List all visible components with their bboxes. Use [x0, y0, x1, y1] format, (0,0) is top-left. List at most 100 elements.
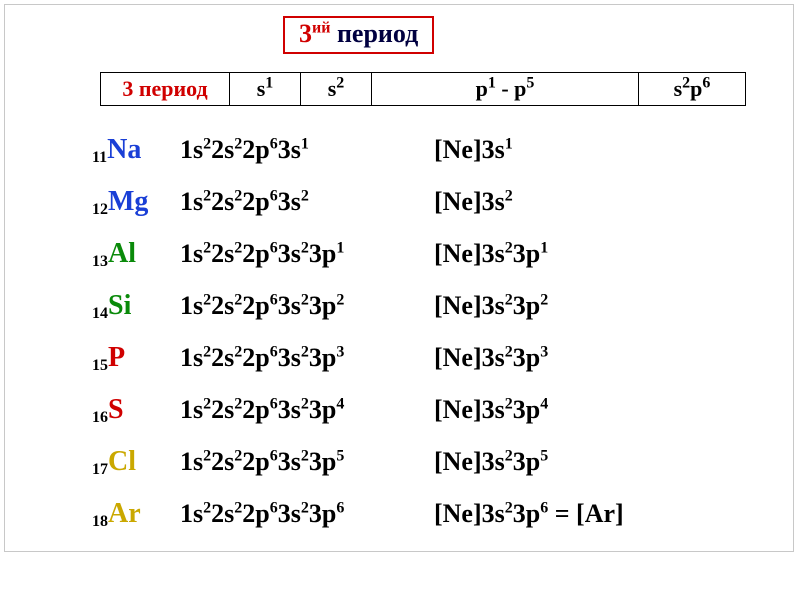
cfg-base: 1s: [180, 499, 203, 528]
element-symbol: 18Ar: [92, 498, 180, 530]
element-rows: 11Na1s22s22p63s1[Ne]3s112Mg1s22s22p63s2[…: [92, 134, 712, 550]
cfg-sup: 2: [505, 343, 513, 360]
cfg-base: 2s: [211, 499, 234, 528]
cfg-base: 2p: [242, 239, 269, 268]
cfg-sup: 2: [203, 499, 211, 516]
symbol-text: Mg: [108, 186, 148, 217]
atomic-number: 15: [92, 357, 108, 374]
cfg-base: 2p: [242, 499, 269, 528]
cfg-base: 2p: [242, 343, 269, 372]
cfg-base: 2p: [242, 395, 269, 424]
cfg-sup: 2: [203, 239, 211, 256]
short-configuration: [Ne]3s23p5: [434, 447, 548, 477]
hdr-p: p1 - p5: [372, 73, 639, 106]
noble-prefix: [Ne]: [434, 239, 482, 268]
cfg-base: 2s: [211, 447, 234, 476]
cfg-base: 3p: [513, 343, 540, 372]
element-row: 11Na1s22s22p63s1[Ne]3s1: [92, 134, 712, 186]
cfg-base: 3s: [482, 135, 505, 164]
cfg-base: 2s: [211, 291, 234, 320]
symbol-text: Si: [108, 290, 131, 321]
element-symbol: 14Si: [92, 290, 180, 322]
noble-prefix: [Ne]: [434, 447, 482, 476]
cfg-base: 3s: [482, 447, 505, 476]
cfg-base: 3p: [513, 239, 540, 268]
cfg-sup: 1: [301, 135, 309, 152]
element-row: 12Mg1s22s22p63s2[Ne]3s2: [92, 186, 712, 238]
element-row: 16S1s22s22p63s23p4[Ne]3s23p4: [92, 394, 712, 446]
full-configuration: 1s22s22p63s23p6: [180, 499, 434, 529]
cfg-sup: 2: [505, 187, 513, 204]
header-table: 3 период s1 s2 p1 - p5 s2p6: [100, 72, 746, 106]
hdr-p-lb: p: [476, 76, 488, 101]
hdr-sp: s2p6: [639, 73, 746, 106]
short-configuration: [Ne]3s23p1: [434, 239, 548, 269]
cfg-sup: 2: [336, 291, 344, 308]
cfg-base: 3s: [278, 343, 301, 372]
cfg-sup: 6: [336, 499, 344, 516]
hdr-p-rs: 5: [526, 75, 534, 92]
symbol-text: P: [108, 342, 125, 373]
cfg-sup: 1: [540, 239, 548, 256]
full-configuration: 1s22s22p63s23p4: [180, 395, 434, 425]
hdr-p-sep: -: [496, 76, 514, 101]
cfg-sup: 2: [505, 239, 513, 256]
cfg-sup: 2: [540, 291, 548, 308]
symbol-text: Na: [107, 134, 141, 165]
cfg-sup: 6: [270, 135, 278, 152]
cfg-sup: 6: [270, 291, 278, 308]
cfg-base: 3s: [482, 187, 505, 216]
cfg-base: 2p: [242, 135, 269, 164]
cfg-sup: 5: [336, 447, 344, 464]
cfg-sup: 2: [505, 291, 513, 308]
element-symbol: 12Mg: [92, 186, 180, 218]
cfg-base: 3p: [513, 395, 540, 424]
cfg-sup: 2: [301, 343, 309, 360]
cfg-base: 2p: [242, 291, 269, 320]
hdr-sp-as: 2: [682, 75, 690, 92]
cfg-sup: 2: [203, 187, 211, 204]
short-configuration: [Ne]3s23p3: [434, 343, 548, 373]
cfg-base: 2p: [242, 187, 269, 216]
full-configuration: 1s22s22p63s23p2: [180, 291, 434, 321]
cfg-base: 2s: [211, 395, 234, 424]
symbol-text: S: [108, 394, 124, 425]
cfg-base: 3s: [482, 395, 505, 424]
cfg-base: 1s: [180, 239, 203, 268]
cfg-sup: 2: [203, 395, 211, 412]
cfg-base: 3p: [513, 447, 540, 476]
cfg-base: 3p: [309, 343, 336, 372]
hdr-s1: s1: [230, 73, 301, 106]
cfg-base: 3p: [513, 499, 540, 528]
cfg-base: 3s: [278, 447, 301, 476]
cfg-sup: 6: [270, 187, 278, 204]
element-symbol: 16S: [92, 394, 180, 426]
cfg-sup: 2: [505, 499, 513, 516]
cfg-base: 1s: [180, 343, 203, 372]
cfg-sup: 2: [203, 291, 211, 308]
cfg-base: 3s: [278, 395, 301, 424]
cfg-base: 3p: [513, 291, 540, 320]
hdr-s1-base: s: [257, 76, 266, 101]
cfg-base: 2s: [211, 135, 234, 164]
atomic-number: 18: [92, 513, 108, 530]
cfg-base: 1s: [180, 395, 203, 424]
noble-prefix: [Ne]: [434, 187, 482, 216]
full-configuration: 1s22s22p63s1: [180, 135, 434, 165]
noble-prefix: [Ne]: [434, 499, 482, 528]
cfg-sup: 1: [336, 239, 344, 256]
hdr-s2-sup: 2: [336, 75, 344, 92]
hdr-period: 3 период: [101, 73, 230, 106]
element-row: 18Ar1s22s22p63s23p6[Ne]3s23p6 = [Ar]: [92, 498, 712, 550]
atomic-number: 12: [92, 201, 108, 218]
noble-prefix: [Ne]: [434, 343, 482, 372]
cfg-sup: 2: [301, 499, 309, 516]
short-configuration: [Ne]3s2: [434, 187, 513, 217]
symbol-text: Al: [108, 238, 136, 269]
element-row: 15P1s22s22p63s23p3[Ne]3s23p3: [92, 342, 712, 394]
cfg-sup: 3: [336, 343, 344, 360]
cfg-base: 3s: [278, 499, 301, 528]
atomic-number: 17: [92, 461, 108, 478]
cfg-sup: 2: [505, 395, 513, 412]
cfg-sup: 2: [301, 239, 309, 256]
